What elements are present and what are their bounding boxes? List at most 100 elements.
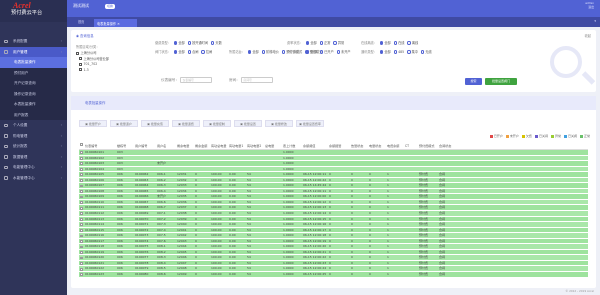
radio-label[interactable]: 全部 bbox=[178, 50, 184, 54]
select-all-checkbox[interactable] bbox=[80, 143, 83, 147]
radio-label[interactable]: 全部 bbox=[178, 41, 184, 45]
query-button[interactable]: 搜索 bbox=[465, 78, 482, 85]
radio-button[interactable] bbox=[393, 50, 398, 54]
radio-button[interactable] bbox=[261, 50, 266, 54]
toolbar-button[interactable]: ▣ 批量控制 bbox=[203, 120, 231, 127]
row-checkbox[interactable] bbox=[80, 240, 83, 243]
radio-button[interactable] bbox=[319, 50, 324, 54]
column-header[interactable]: 用户名 bbox=[157, 142, 166, 150]
sidebar-item[interactable]: 操作记录查询 bbox=[0, 88, 67, 99]
sidebar-item[interactable]: 预付用户 bbox=[0, 67, 67, 78]
column-header[interactable]: 仪表编号 bbox=[85, 142, 97, 150]
radio-label[interactable]: 阶梯电价 bbox=[266, 50, 279, 54]
radio-label[interactable]: 全部 bbox=[252, 50, 258, 54]
sidebar-item[interactable]: › 统计报表 bbox=[0, 141, 67, 152]
row-checkbox[interactable] bbox=[80, 267, 83, 271]
column-header[interactable]: 有功总电量 bbox=[211, 142, 226, 150]
row-checkbox[interactable] bbox=[80, 256, 83, 260]
row-checkbox[interactable] bbox=[80, 262, 83, 266]
tree-node[interactable]: 1-3 bbox=[76, 68, 151, 74]
radio-label[interactable]: 天数 bbox=[215, 41, 221, 45]
row-checkbox[interactable] bbox=[80, 223, 83, 227]
row-checkbox[interactable] bbox=[80, 251, 83, 254]
row-checkbox[interactable] bbox=[80, 273, 83, 277]
row-checkbox[interactable] bbox=[80, 217, 83, 221]
tab-menu-icon[interactable]: ▾ bbox=[594, 19, 596, 23]
collapse-button[interactable]: 收起 bbox=[585, 33, 591, 38]
toolbar-button[interactable]: ▣ 批量退费 bbox=[172, 120, 200, 127]
column-header[interactable]: 告警状态 bbox=[351, 142, 363, 150]
expand-icon[interactable] bbox=[79, 68, 82, 71]
column-header[interactable]: 楼栋号 bbox=[117, 142, 126, 150]
row-checkbox[interactable] bbox=[80, 195, 83, 199]
expand-icon[interactable] bbox=[79, 57, 82, 60]
sidebar-item[interactable]: › 数据管理 bbox=[0, 152, 67, 163]
radio-button[interactable] bbox=[336, 50, 341, 54]
radio-button[interactable] bbox=[379, 41, 384, 45]
sidebar-item[interactable]: 电表批量操作 bbox=[0, 57, 67, 68]
radio-label[interactable]: 无线 bbox=[425, 50, 431, 54]
column-header[interactable]: 用户编号 bbox=[135, 142, 147, 150]
radio-button[interactable] bbox=[247, 50, 252, 54]
sidebar-item[interactable]: › 系统配置 bbox=[0, 36, 67, 47]
radio-button[interactable] bbox=[305, 50, 310, 54]
column-header[interactable]: 剩余金额 bbox=[195, 142, 207, 150]
column-header[interactable]: 电量状态 bbox=[369, 142, 381, 150]
radio-label[interactable]: 全部 bbox=[310, 50, 316, 54]
radio-label[interactable]: 未开户 bbox=[341, 50, 351, 54]
column-header[interactable]: 有功电量1 bbox=[229, 142, 243, 150]
radio-label[interactable]: 在线 bbox=[398, 41, 404, 45]
column-header[interactable]: 电费余额 bbox=[387, 142, 399, 150]
table-row[interactable]: 0190060123 006 0190080 008-6 12049 0 100.00 0.0… bbox=[79, 272, 588, 278]
row-checkbox[interactable] bbox=[80, 151, 83, 155]
batch-valve-button[interactable]: 批量设置阀门 bbox=[485, 78, 517, 85]
radio-label[interactable]: 全部 bbox=[310, 41, 316, 45]
radio-label[interactable]: 异常 bbox=[338, 41, 344, 45]
radio-button[interactable] bbox=[201, 50, 205, 54]
column-header[interactable]: 总电量 bbox=[265, 142, 274, 150]
row-checkbox[interactable] bbox=[80, 167, 83, 171]
row-checkbox[interactable] bbox=[80, 173, 83, 177]
toolbar-button[interactable]: ▣ 批量修改 bbox=[265, 120, 293, 127]
sidebar-item[interactable]: › 用户管理 bbox=[0, 46, 67, 57]
user-area[interactable]: admin 退出 bbox=[585, 1, 594, 10]
radio-button[interactable] bbox=[281, 50, 286, 54]
radio-label[interactable]: 按开通时间 bbox=[192, 41, 208, 45]
tab-home[interactable]: 首页 bbox=[78, 19, 84, 24]
radio-label[interactable]: 已开户 bbox=[324, 50, 334, 54]
row-checkbox[interactable] bbox=[80, 245, 83, 249]
radio-button[interactable] bbox=[187, 41, 192, 45]
radio-button[interactable] bbox=[393, 41, 398, 45]
logout-link[interactable]: 退出 bbox=[585, 5, 594, 10]
row-checkbox[interactable] bbox=[80, 206, 83, 210]
toolbar-button[interactable]: ▣ 批量开户 bbox=[79, 120, 107, 127]
radio-label[interactable]: 合闸 bbox=[192, 50, 198, 54]
radio-label[interactable]: 正常 bbox=[324, 41, 330, 45]
row-checkbox[interactable] bbox=[80, 184, 83, 188]
column-header[interactable]: 余额报警 bbox=[329, 142, 341, 150]
radio-label[interactable]: 全部 bbox=[384, 50, 390, 54]
radio-button[interactable] bbox=[187, 50, 192, 54]
radio-label[interactable]: 集中 bbox=[412, 50, 418, 54]
radio-button[interactable] bbox=[420, 50, 425, 54]
radio-button[interactable] bbox=[333, 41, 337, 45]
row-checkbox[interactable] bbox=[80, 190, 83, 193]
sidebar-item[interactable]: › 电能管理中心 bbox=[0, 162, 67, 173]
toolbar-button[interactable]: ▣ 批量设置 bbox=[234, 120, 262, 127]
sidebar-item[interactable]: 开户记录查询 bbox=[0, 78, 67, 89]
sidebar-item[interactable]: › 购电管理 bbox=[0, 131, 67, 142]
row-checkbox[interactable] bbox=[80, 162, 83, 166]
column-header[interactable]: 预付费模式 bbox=[419, 142, 434, 150]
column-header[interactable]: 余额阀值 bbox=[303, 142, 315, 150]
column-header[interactable]: 有功电量2 bbox=[247, 142, 261, 150]
column-header[interactable]: 合闸状态 bbox=[439, 142, 451, 150]
radio-label[interactable]: 485 bbox=[398, 50, 404, 54]
toolbar-button[interactable]: ▣ 批量设置费率 bbox=[296, 120, 324, 127]
tab-active[interactable]: 电表批量操作 ✕ bbox=[94, 18, 137, 27]
radio-button[interactable] bbox=[211, 41, 215, 45]
toolbar-button[interactable]: ▣ 批量充值 bbox=[141, 120, 169, 127]
radio-button[interactable] bbox=[173, 50, 178, 54]
row-checkbox[interactable] bbox=[80, 212, 83, 216]
row-checkbox[interactable] bbox=[80, 156, 83, 160]
room-input[interactable]: 房间号 bbox=[240, 77, 273, 83]
